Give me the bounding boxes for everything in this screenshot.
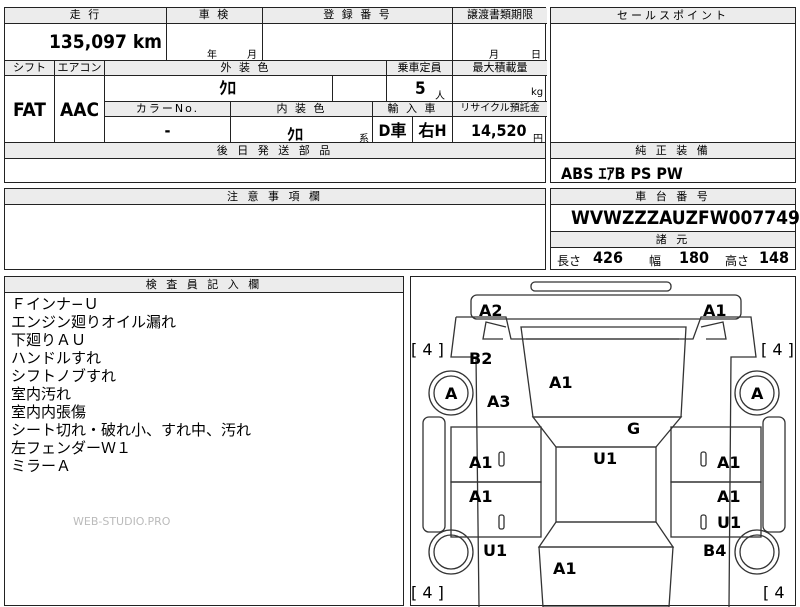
capacity-value-cell: 5 人	[387, 76, 453, 102]
inspection-month-unit: 月	[247, 50, 257, 61]
import-value: D車	[373, 117, 413, 144]
car-outline	[422, 281, 786, 607]
damage-code-b2: B2	[469, 349, 493, 368]
recycle-header: リサイクル預託金	[453, 102, 547, 117]
exterior-color-header: 外 装 色	[105, 61, 387, 76]
chassis-number: WVWZZZAUZFW007749	[571, 207, 800, 229]
damage-code-a1-left-front-door: A1	[469, 453, 493, 472]
damage-code-a1-hood: A1	[549, 373, 573, 392]
mileage-value: 135,097 km	[5, 24, 167, 61]
inspection-header: 車 検	[167, 8, 263, 24]
note-line: シート切れ・破れ小、すれ中、汚れ	[11, 421, 252, 439]
note-line: 左フェンダーＷ１	[11, 439, 132, 457]
tire-tl-tread: [ 4 ]	[411, 340, 444, 359]
note-line: 室内内張傷	[11, 403, 87, 421]
damage-code-u1-roof: U1	[593, 449, 618, 468]
delivery-parts-box: 後 日 発 送 部 品	[4, 143, 546, 183]
damage-code-a1-right-front-door: A1	[717, 453, 741, 472]
note-line: シフトノブすれ	[11, 367, 117, 385]
damage-code-a1-right-rear-door: A1	[717, 487, 741, 506]
tire-tr-tread: [ 4 ]	[761, 340, 794, 359]
damage-code-a-left-front-wheel: A	[445, 384, 458, 403]
damage-code-a2: A2	[479, 301, 503, 320]
shift-value: FAT	[5, 76, 55, 144]
damage-code-a3: A3	[487, 392, 511, 411]
capacity-value: 5	[415, 79, 426, 99]
recycle-cell: 14,520 円	[453, 117, 547, 145]
vehicle-info-table: 走 行 車 検 登 録 番 号 譲渡書類期限 135,097 km 年 月 月 …	[4, 7, 547, 145]
note-line: エンジン廻りオイル漏れ	[11, 313, 177, 331]
max-load-unit: kg	[531, 87, 544, 98]
max-load-value-cell: kg	[453, 76, 547, 102]
transfer-month-unit: 月	[489, 50, 499, 61]
chassis-header: 車 台 番 号	[551, 189, 795, 205]
watermark: WEB-STUDIO.PRO	[73, 515, 171, 528]
note-line: 室内汚れ	[11, 385, 72, 403]
damage-code-b4: B4	[703, 541, 727, 560]
caution-box: 注 意 事 項 欄	[4, 188, 546, 270]
note-line: 下廻りＡＵ	[11, 331, 87, 349]
registration-header: 登 録 番 号	[263, 8, 453, 24]
options-header: 純 正 装 備	[551, 143, 795, 159]
mileage-header: 走 行	[5, 8, 167, 24]
options-value: ABS ｴｱB PS PW	[561, 164, 683, 183]
damage-code-a-right-front-wheel: A	[751, 384, 764, 403]
capacity-unit: 人	[435, 91, 445, 102]
damage-code-a1-left-rear-door: A1	[469, 487, 493, 506]
note-line: ハンドルすれ	[11, 349, 102, 367]
inspection-value: 年 月	[167, 24, 263, 61]
recycle-value: 14,520	[471, 121, 527, 140]
inspector-notes-list: Ｆインナ−Ｕ エンジン廻りオイル漏れ 下廻りＡＵ ハンドルすれ シフトノブすれ …	[5, 293, 403, 475]
aircon-value: AAC	[55, 76, 105, 144]
exterior-color-code	[333, 76, 387, 102]
shift-header: シフト	[5, 61, 55, 76]
caution-header: 注 意 事 項 欄	[5, 189, 545, 205]
interior-color-value: ｸﾛ	[287, 125, 304, 144]
options-box: 純 正 装 備 ABS ｴｱB PS PW	[550, 143, 796, 183]
height-value: 148	[759, 248, 790, 267]
color-no-header: カラーNo.	[105, 102, 231, 117]
delivery-parts-header: 後 日 発 送 部 品	[5, 143, 545, 159]
interior-color-header: 内 装 色	[231, 102, 373, 117]
damage-code-u1-right-rear-door: U1	[717, 513, 742, 532]
transfer-header: 譲渡書類期限	[453, 8, 547, 24]
import-header: 輸 入 車	[373, 102, 453, 117]
inspector-notes-header: 検 査 員 記 入 欄	[5, 277, 403, 293]
damage-diagram: [ 4 ] [ 4 ] [ 4 ] [ 4 A2 A1 B2 A1 A A A3…	[410, 276, 796, 607]
length-label: 長さ	[557, 254, 582, 268]
interior-color-cell: ｸﾛ 系	[231, 117, 373, 145]
note-line: Ｆインナ−Ｕ	[11, 295, 99, 313]
max-load-header: 最大積載量	[453, 61, 547, 76]
height-label: 高さ	[725, 254, 750, 268]
exterior-color-value: ｸﾛ	[105, 76, 333, 102]
aircon-header: エアコン	[55, 61, 105, 76]
length-value: 426	[593, 248, 624, 267]
tire-br-tread: [ 4	[763, 583, 785, 602]
inspection-year-unit: 年	[207, 50, 217, 61]
specs-row: 長さ 426 幅 180 高さ 148	[551, 247, 795, 269]
steering-value: 右H	[413, 117, 453, 144]
damage-code-a1-front-right: A1	[703, 301, 727, 320]
tire-bl-tread: [ 4 ]	[411, 583, 444, 602]
width-label: 幅	[649, 254, 662, 268]
transfer-value: 月 日	[453, 24, 547, 61]
registration-value	[263, 24, 453, 61]
sales-point-header: セールスポイント	[551, 8, 795, 24]
inspector-notes-box: 検 査 員 記 入 欄 Ｆインナ−Ｕ エンジン廻りオイル漏れ 下廻りＡＵ ハンド…	[4, 276, 404, 606]
note-line: ミラーＡ	[11, 457, 72, 475]
damage-code-g: G	[627, 419, 641, 438]
specs-header: 諸 元	[551, 231, 795, 248]
sales-point-box: セールスポイント	[550, 7, 796, 143]
damage-code-u1-left-rear: U1	[483, 541, 508, 560]
damage-code-a1-trunk: A1	[553, 559, 577, 578]
chassis-box: 車 台 番 号 WVWZZZAUZFW007749 諸 元 長さ 426 幅 1…	[550, 188, 800, 270]
capacity-header: 乗車定員	[387, 61, 453, 76]
width-value: 180	[679, 248, 710, 267]
color-no-value: -	[105, 117, 231, 144]
transfer-day-unit: 日	[531, 50, 541, 61]
